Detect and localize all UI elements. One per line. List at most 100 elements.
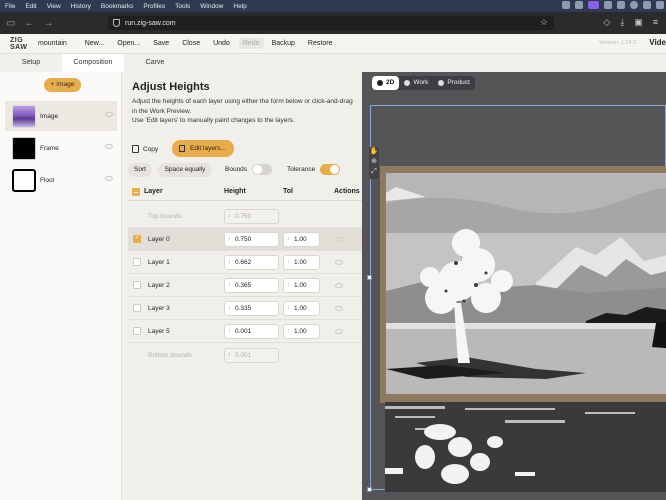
tab-carve[interactable]: Carve: [124, 54, 186, 72]
space-equally-button[interactable]: Space equally: [158, 163, 212, 177]
row-name: Bottom bounds: [148, 352, 192, 359]
layers-icon: [179, 145, 185, 152]
row-name: Layer 0: [148, 236, 170, 243]
height-input[interactable]: ↕ 0.750: [224, 209, 279, 224]
row-checkbox[interactable]: [133, 234, 141, 243]
tol-input[interactable]: ↕ 1.00: [283, 301, 320, 316]
frame-preview: [380, 166, 666, 403]
status-icons: [562, 1, 664, 9]
redo-button[interactable]: Redo: [238, 38, 264, 49]
table-row[interactable]: Layer 0 ↕0.750 ↕1.00: [128, 228, 362, 251]
composition-item-label: Floor: [40, 176, 55, 184]
search-icon[interactable]: [643, 1, 651, 9]
composition-item-frame[interactable]: Frame: [5, 133, 117, 163]
table-row[interactable]: Layer 2 ↕ 0.365 ↕ 1.00: [128, 274, 362, 297]
backup-button[interactable]: Backup: [272, 40, 295, 47]
tab-2d[interactable]: 2D: [372, 76, 400, 90]
fit-icon[interactable]: ⤢: [369, 167, 379, 177]
wifi-icon[interactable]: [630, 1, 638, 9]
save-button[interactable]: Save: [153, 40, 169, 47]
eye-icon[interactable]: [105, 144, 113, 149]
composition-item-image[interactable]: Image: [5, 101, 117, 131]
tab-composition[interactable]: Composition: [62, 54, 124, 72]
tol-input[interactable]: ↕ 1.00: [283, 232, 320, 247]
stepper-icon: ↕: [287, 236, 290, 242]
copy-button[interactable]: Copy: [132, 142, 158, 156]
eye-icon[interactable]: [335, 237, 343, 242]
menu-view[interactable]: View: [42, 3, 66, 10]
height-input[interactable]: ↕ 0.750: [224, 232, 279, 247]
tolerance-toggle[interactable]: [320, 164, 340, 175]
status-icon[interactable]: [617, 1, 625, 9]
bounds-toggle[interactable]: [252, 164, 272, 175]
row-checkbox[interactable]: [133, 281, 141, 289]
tab-setup[interactable]: Setup: [0, 54, 62, 72]
restore-button[interactable]: Restore: [308, 40, 333, 47]
star-icon[interactable]: ☆: [540, 17, 548, 28]
new-button[interactable]: New...: [85, 40, 104, 47]
zoom-in-icon[interactable]: ⊕: [369, 157, 379, 167]
tab-product[interactable]: Product: [433, 76, 474, 90]
tol-input[interactable]: ↕ 1.00: [283, 324, 320, 339]
eye-icon[interactable]: [105, 112, 113, 117]
menu-window[interactable]: Window: [195, 3, 228, 10]
composition-item-floor[interactable]: Floor: [5, 165, 117, 195]
back-icon[interactable]: ←: [24, 18, 34, 29]
extensions-icon[interactable]: ▣: [634, 17, 643, 28]
menu-icon[interactable]: ≡: [653, 17, 658, 28]
eye-icon[interactable]: [335, 329, 343, 334]
forward-icon[interactable]: →: [43, 18, 53, 29]
table-row[interactable]: Layer 5 ↕ 0.001 ↕ 1.00: [128, 320, 362, 343]
row-checkbox[interactable]: [133, 304, 141, 312]
add-image-button[interactable]: + Image: [44, 78, 81, 92]
resize-handle[interactable]: [367, 487, 372, 492]
height-input[interactable]: ↕ 0.001: [224, 324, 279, 339]
undo-button[interactable]: Undo: [213, 40, 230, 47]
stepper-icon: ↕: [287, 259, 290, 265]
control-center-icon[interactable]: [656, 1, 664, 9]
eye-icon[interactable]: [335, 283, 343, 288]
menu-bookmarks[interactable]: Bookmarks: [96, 3, 139, 10]
edit-layers-button[interactable]: Edit layers...: [172, 140, 234, 157]
download-icon[interactable]: ⤓: [620, 17, 624, 28]
open-button[interactable]: Open...: [117, 40, 140, 47]
status-icon[interactable]: [575, 1, 583, 9]
work-preview[interactable]: 2D Work Product ✋ ⊕ ⤢: [362, 72, 666, 500]
table-row-top-bounds: Top bounds ↕ 0.750: [128, 205, 362, 228]
sort-button[interactable]: Sort: [128, 163, 152, 177]
eye-icon[interactable]: [335, 306, 343, 311]
video-button[interactable]: Vide: [649, 38, 666, 47]
eye-icon[interactable]: [105, 176, 113, 181]
resize-handle[interactable]: [367, 275, 372, 280]
url-bar[interactable]: run.zig-saw.com ☆: [108, 16, 554, 30]
height-input[interactable]: ↕ 0.662: [224, 255, 279, 270]
sidebar-toggle-icon[interactable]: ▭: [6, 18, 15, 29]
close-button[interactable]: Close: [182, 40, 200, 47]
table-row[interactable]: Layer 1 ↕ 0.662 ↕ 1.00: [128, 251, 362, 274]
menu-tools[interactable]: Tools: [170, 3, 195, 10]
project-name: mountain: [38, 40, 67, 47]
tab-work[interactable]: Work: [399, 76, 433, 90]
menu-edit[interactable]: Edit: [20, 3, 41, 10]
select-all-checkbox[interactable]: [132, 188, 140, 196]
menu-file[interactable]: File: [0, 3, 20, 10]
menu-profiles[interactable]: Profiles: [138, 3, 170, 10]
header-actions: Actions: [334, 188, 360, 195]
menu-help[interactable]: Help: [228, 3, 251, 10]
table-row[interactable]: Layer 3 ↕ 0.335 ↕ 1.00: [128, 297, 362, 320]
status-icon[interactable]: [604, 1, 612, 9]
app-icon[interactable]: [588, 1, 599, 9]
hand-icon[interactable]: ✋: [369, 147, 379, 157]
eye-icon[interactable]: [335, 260, 343, 265]
height-input[interactable]: ↕ 0.365: [224, 278, 279, 293]
stepper-icon: ↕: [287, 305, 290, 311]
status-icon[interactable]: [562, 1, 570, 9]
menu-history[interactable]: History: [66, 3, 96, 10]
height-input[interactable]: ↕ 0.001: [224, 348, 279, 363]
row-checkbox[interactable]: [133, 327, 141, 335]
row-checkbox[interactable]: [133, 258, 141, 266]
height-input[interactable]: ↕ 0.335: [224, 301, 279, 316]
tol-input[interactable]: ↕ 1.00: [283, 255, 320, 270]
shield-icon[interactable]: ◇: [603, 17, 610, 28]
tol-input[interactable]: ↕ 1.00: [283, 278, 320, 293]
